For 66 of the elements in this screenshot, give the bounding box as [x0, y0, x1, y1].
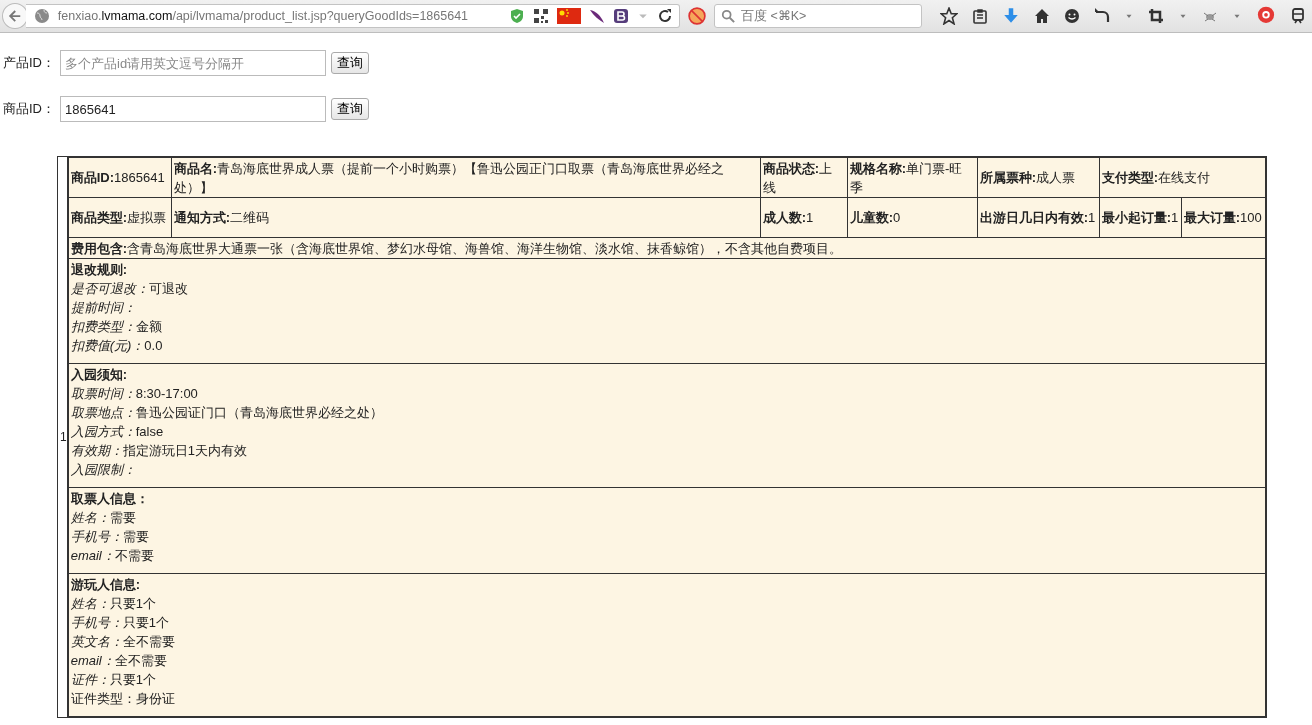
table-cell: 支付类型:在线支付	[1099, 157, 1266, 198]
search-icon	[721, 9, 735, 23]
table-cell: 儿童数:0	[847, 197, 978, 238]
qr-code-icon[interactable]	[533, 8, 549, 24]
shield-check-icon[interactable]	[509, 8, 525, 24]
table-cell: 商品状态:上线	[760, 157, 848, 198]
section-heading: 入园须知:	[70, 366, 129, 384]
download-icon[interactable]	[1002, 7, 1020, 25]
info-line: 扣费值(元)：0.0	[70, 337, 164, 355]
globe-icon[interactable]	[33, 8, 50, 24]
reload-icon[interactable]	[657, 8, 673, 24]
section-heading: 取票人信息：	[70, 490, 150, 508]
table-cell: 最小起订量:1	[1099, 197, 1182, 238]
info-line: email：全不需要	[70, 652, 168, 670]
flag-icon[interactable]	[557, 8, 581, 24]
input-field[interactable]: 多个产品id请用英文逗号分隔开	[60, 50, 326, 76]
feather-icon[interactable]	[589, 8, 605, 24]
input-field[interactable]: 1865641	[60, 96, 326, 122]
info-line: 有效期：指定游玩日1天内有效	[70, 442, 248, 460]
info-line: 英文名：全不需要	[70, 633, 176, 651]
no-entry-icon[interactable]	[688, 7, 706, 25]
table-cell: 商品ID:1865641	[68, 157, 172, 198]
info-line: 取票时间：8:30-17:00	[70, 385, 199, 403]
info-line: 是否可退改：可退改	[70, 280, 189, 298]
letter-b-icon[interactable]	[613, 8, 629, 24]
field-label: 产品ID：	[3, 54, 55, 72]
info-line: 扣费类型：金额	[70, 318, 163, 336]
table-cell: 规格名称:单门票-旺季	[847, 157, 978, 198]
info-line: email：不需要	[70, 547, 155, 565]
smiley-icon[interactable]	[1064, 8, 1080, 24]
info-line: 手机号：只要1个	[70, 614, 170, 632]
back-button[interactable]	[2, 3, 28, 29]
ring-icon[interactable]	[1256, 6, 1276, 26]
home-icon[interactable]	[1034, 8, 1050, 24]
fees-text: 费用包含:含青岛海底世界大通票一张（含海底世界馆、梦幻水母馆、海兽馆、海洋生物馆、淡水馆、抹香鲸馆），不含其他自费项目。	[68, 237, 1266, 259]
table-cell: 商品名:青岛海底世界成人票（提前一个小时购票）【鲁迅公园正门口取票（青岛海底世界必经之处）】	[171, 157, 761, 198]
info-line: 手机号：需要	[70, 528, 150, 546]
clipboard-icon[interactable]	[972, 8, 988, 24]
crop-icon[interactable]	[1148, 8, 1164, 24]
field-label: 商品ID：	[3, 100, 55, 118]
table-cell: 商品类型:虚拟票	[68, 197, 172, 238]
info-line: 入园方式：false	[70, 423, 165, 441]
info-line: 提前时间：	[70, 299, 137, 317]
table-cell: 通知方式:二维码	[171, 197, 761, 238]
info-line: 入园限制：	[70, 461, 137, 479]
section-heading: 退改规则:	[70, 261, 129, 279]
search-field[interactable]: 百度 <⌘K>	[714, 4, 922, 28]
url-text: fenxiao.lvmama.com/api/lvmama/product_list.jsp?queryGoodIds=1865641	[57, 9, 470, 23]
table-cell: 出游日几日内有效:1	[977, 197, 1100, 238]
arrow-left-icon	[7, 9, 22, 23]
info-line: 证件：只要1个	[70, 671, 157, 689]
info-line: 姓名：需要	[70, 509, 137, 527]
undo-icon[interactable]	[1094, 8, 1110, 24]
star-icon[interactable]	[940, 7, 958, 25]
info-line: 姓名：只要1个	[70, 595, 157, 613]
info-line: 证件类型：身份证	[70, 690, 176, 708]
address-bar[interactable]: fenxiao.lvmama.com/api/lvmama/product_list.jsp?queryGoodIds=1865641	[25, 4, 680, 28]
query-button[interactable]: 查询	[331, 52, 369, 74]
row-number: 1	[60, 429, 67, 444]
table-cell: 成人数:1	[760, 197, 848, 238]
query-button[interactable]: 查询	[331, 98, 369, 120]
table-cell: 最大订量:100	[1181, 197, 1266, 238]
train-icon[interactable]	[1290, 8, 1306, 24]
info-line: 取票地点：鲁迅公园证门口（青岛海底世界必经之处）	[70, 404, 384, 422]
section-heading: 游玩人信息:	[70, 576, 142, 594]
table-cell: 所属票种:成人票	[977, 157, 1100, 198]
